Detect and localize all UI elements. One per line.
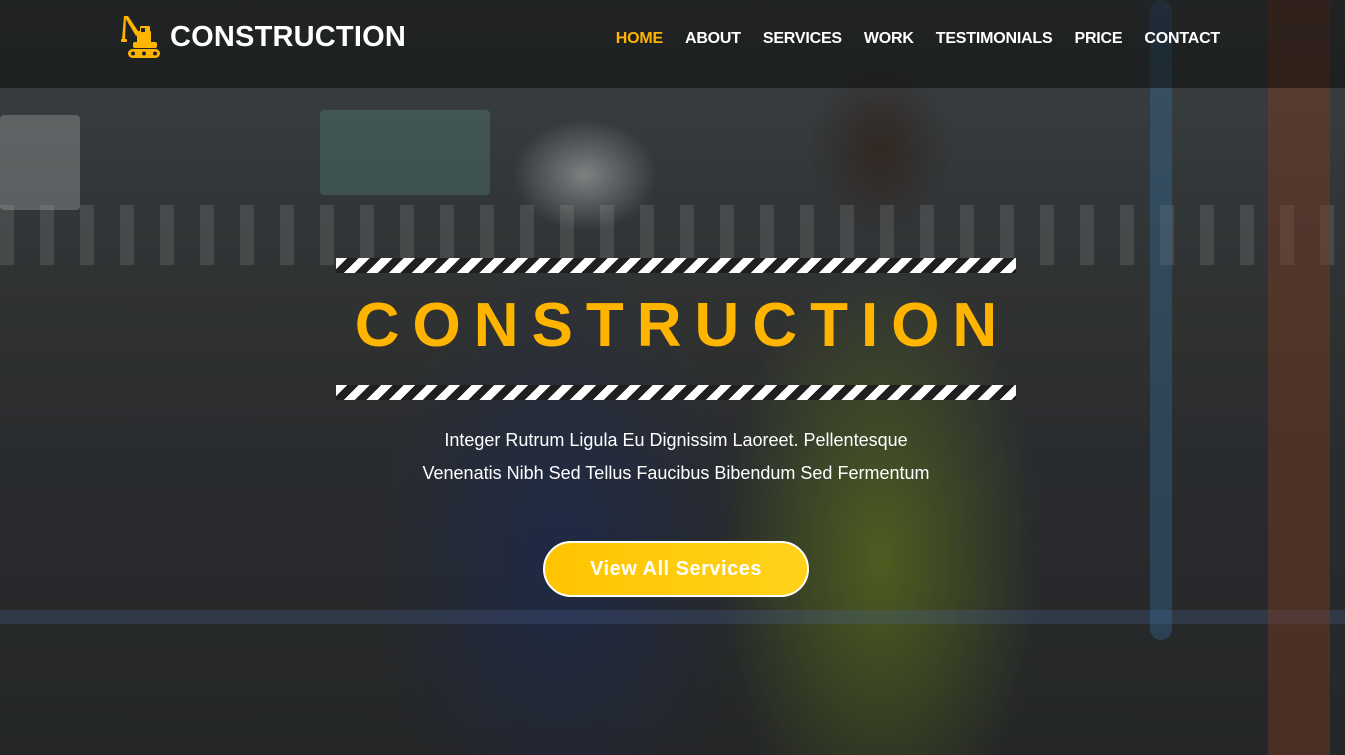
navbar: CONSTRUCTION HOME ABOUT SERVICES WORK TE… [0,0,1345,88]
nav-item-services: SERVICES [763,30,842,48]
nav-link-services[interactable]: SERVICES [763,30,842,47]
nav-link-work[interactable]: WORK [864,30,914,47]
nav-link-about[interactable]: ABOUT [685,30,741,47]
background-overlay [0,0,1345,755]
nav-item-price: PRICE [1074,30,1122,48]
hazard-stripe-top [336,258,1016,273]
nav-link-testimonials[interactable]: TESTIMONIALS [936,30,1053,47]
hero-subtitle-line1: Integer Rutrum Ligula Eu Dignissim Laore… [444,430,908,450]
nav-link-home[interactable]: HOME [616,30,663,47]
hero-section: CONSTRUCTION HOME ABOUT SERVICES WORK TE… [0,0,1345,755]
crane-icon [121,16,160,58]
nav-item-home: HOME [616,30,663,48]
brand-name: CONSTRUCTION [170,20,407,53]
hero-subtitle-line2: Venenatis Nibh Sed Tellus Faucibus Biben… [422,463,930,483]
nav-item-testimonials: TESTIMONIALS [936,30,1053,48]
nav-link-contact[interactable]: CONTACT [1144,30,1220,47]
main-nav: HOME ABOUT SERVICES WORK TESTIMONIALS PR… [616,30,1220,48]
brand-logo[interactable]: CONSTRUCTION [120,14,406,60]
hero-subtitle: Integer Rutrum Ligula Eu Dignissim Laore… [360,424,992,490]
nav-item-work: WORK [864,30,914,48]
hero-title: CONSTRUCTION [354,291,1011,360]
nav-item-about: ABOUT [685,30,741,48]
view-all-services-button[interactable]: View All Services [543,541,809,597]
hazard-stripe-bottom [336,385,1016,400]
nav-link-price[interactable]: PRICE [1074,30,1122,47]
nav-item-contact: CONTACT [1144,30,1220,48]
